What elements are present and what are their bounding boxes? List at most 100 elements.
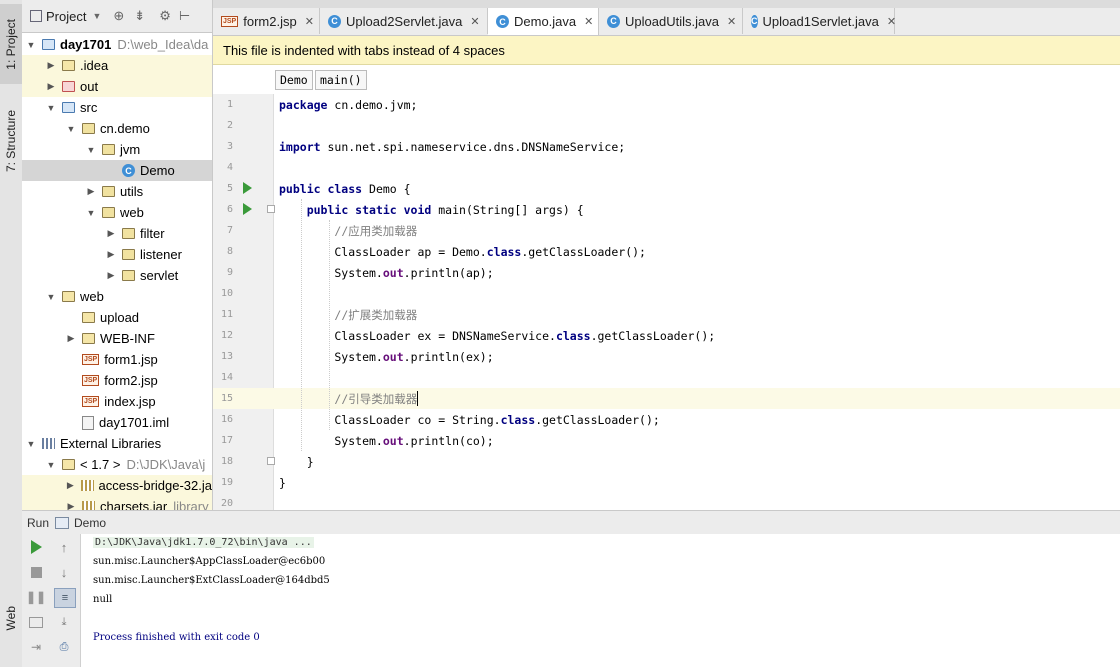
printer-icon: ⎙ [59,640,69,653]
code-token: //引导类加载器 [334,391,418,406]
collapse-all-icon[interactable]: ⇟ [134,8,145,24]
pause-button[interactable]: ❚❚ [26,588,46,606]
tree-item[interactable]: ▼ jvm [22,139,212,160]
breadcrumb-class[interactable]: Demo [275,70,313,90]
tool-tab-project[interactable]: 1: Project [0,4,22,84]
project-view-icon [30,10,42,22]
chevron-right-icon[interactable]: ▶ [66,501,76,510]
chevron-right-icon[interactable]: ▶ [106,249,116,260]
tree-item[interactable]: ▶ .idea [22,55,212,76]
editor-tab[interactable]: C Demo.java ✕ [488,8,599,35]
tree-item-label: jvm [120,142,141,157]
tree-item[interactable]: ▼ cn.demo [22,118,212,139]
editor-tab[interactable]: JSP form2.jsp ✕ [213,8,320,34]
close-icon[interactable]: ✕ [584,15,593,28]
run-gutter-icon[interactable] [243,182,252,194]
chevron-down-icon[interactable]: ▼ [46,103,56,113]
exit-button[interactable]: ⇥ [26,638,46,656]
code-token: .println(ex); [403,349,494,364]
chevron-down-icon[interactable]: ▼ [26,439,36,449]
tree-item[interactable]: ▶ out [22,76,212,97]
top-title-strip [213,0,1120,8]
breadcrumb-method[interactable]: main() [315,70,367,90]
editor-tab[interactable]: C Upload1Servlet.java ✕ [743,8,896,34]
source-folder-icon [62,102,75,113]
line-number: 16 [220,414,233,425]
line-number: 12 [220,330,233,341]
down-button[interactable]: ↓ [54,563,74,581]
chevron-right-icon[interactable]: ▶ [106,228,116,239]
libraries-icon [42,438,55,449]
tree-item[interactable]: ▼ web [22,286,212,307]
tree-item[interactable]: JSP form2.jsp [22,370,212,391]
chevron-down-icon[interactable]: ▼ [86,145,96,155]
chevron-right-icon[interactable]: ▶ [66,333,76,344]
chevron-right-icon[interactable]: ▶ [86,186,96,197]
soft-wrap-button[interactable]: ≡ [54,588,76,608]
tree-item[interactable]: JSP form1.jsp [22,349,212,370]
tree-item-label: out [80,79,99,94]
tree-item[interactable]: ▶ listener [22,244,212,265]
run-console[interactable]: D:\JDK\Java\jdk1.7.0_72\bin\java ... sun.… [81,534,1120,667]
dump-threads-button[interactable] [26,613,46,631]
chevron-right-icon[interactable]: ▶ [66,480,75,491]
code-token: public static void [306,202,432,217]
chevron-down-icon[interactable]: ▼ [86,208,96,218]
tree-item[interactable]: ▶ charsets.jar library [22,496,212,510]
tree-item[interactable]: ▶ filter [22,223,212,244]
close-icon[interactable]: ✕ [470,15,479,28]
line-number: 6 [226,204,233,215]
tree-item[interactable]: ▼ src [22,97,212,118]
tree-item[interactable]: JSP index.jsp [22,391,212,412]
code-token: .getClassLoader(); [521,244,646,259]
tree-item[interactable]: ▶ servlet [22,265,212,286]
code-editor[interactable]: package cn.demo.jvm; import sun.net.spi.n… [273,94,1120,510]
close-icon[interactable]: ✕ [727,15,736,28]
tree-item[interactable]: ▼ day1701 D:\web_Idea\da [22,34,212,55]
web-folder-icon [62,291,75,302]
chevron-right-icon[interactable]: ▶ [46,81,56,92]
tree-item[interactable]: upload [22,307,212,328]
stop-button[interactable] [26,563,46,581]
tree-item[interactable]: C Demo [22,160,212,181]
tool-tab-web[interactable]: Web [0,598,22,638]
project-view-label: Project [46,8,87,24]
tree-item[interactable]: day1701.iml [22,412,212,433]
close-icon[interactable]: ✕ [305,15,314,28]
tree-item[interactable]: ▶ utils [22,181,212,202]
run-gutter-icon[interactable] [243,203,252,215]
scroll-to-end-button[interactable]: ⤓ [54,613,74,631]
tree-item[interactable]: ▼ web [22,202,212,223]
rerun-button[interactable] [26,538,46,556]
tree-item[interactable]: ▼ < 1.7 > D:\JDK\Java\j [22,454,212,475]
code-token: .println(co); [403,433,494,448]
chevron-down-icon[interactable]: ▼ [26,40,36,50]
project-view-selector[interactable]: Project ▼ [30,9,101,24]
code-line: } [279,472,286,493]
gear-icon[interactable]: ⚙ [159,8,171,24]
console-line: Process finished with exit code 0 [93,632,260,643]
chevron-down-icon[interactable]: ▼ [46,292,56,302]
editor-tab[interactable]: C UploadUtils.java ✕ [599,8,743,34]
up-button[interactable]: ↑ [54,538,74,556]
chevron-down-icon[interactable]: ▼ [46,460,56,470]
chevron-right-icon[interactable]: ▶ [46,60,56,71]
java-class-icon: C [607,14,620,28]
close-icon[interactable]: ✕ [887,15,896,28]
tree-item-path: library [173,499,209,510]
editor-gutter[interactable]: 1 2 3 4 5 6 7 8 9 10 11 12 13 14 15 16 17 18 19 20 [213,94,296,510]
tree-item[interactable]: ▼ External Libraries [22,433,212,454]
line-number: 18 [220,456,233,467]
hide-icon[interactable]: ⊢ [179,8,190,24]
tree-item[interactable]: ▶ access-bridge-32.ja [22,475,212,496]
sync-icon[interactable]: ⊕ [113,8,124,24]
code-token: main(String[] args) { [431,202,584,217]
run-config-name[interactable]: Demo [74,516,106,530]
editor-tab[interactable]: C Upload2Servlet.java ✕ [320,8,488,34]
print-button[interactable]: ⎙ [54,638,74,656]
chevron-right-icon[interactable]: ▶ [106,270,116,281]
tree-item[interactable]: ▶ WEB-INF [22,328,212,349]
code-token: //应用类加载器 [334,223,418,238]
chevron-down-icon[interactable]: ▼ [66,124,76,134]
tool-tab-structure[interactable]: 7: Structure [0,98,22,184]
